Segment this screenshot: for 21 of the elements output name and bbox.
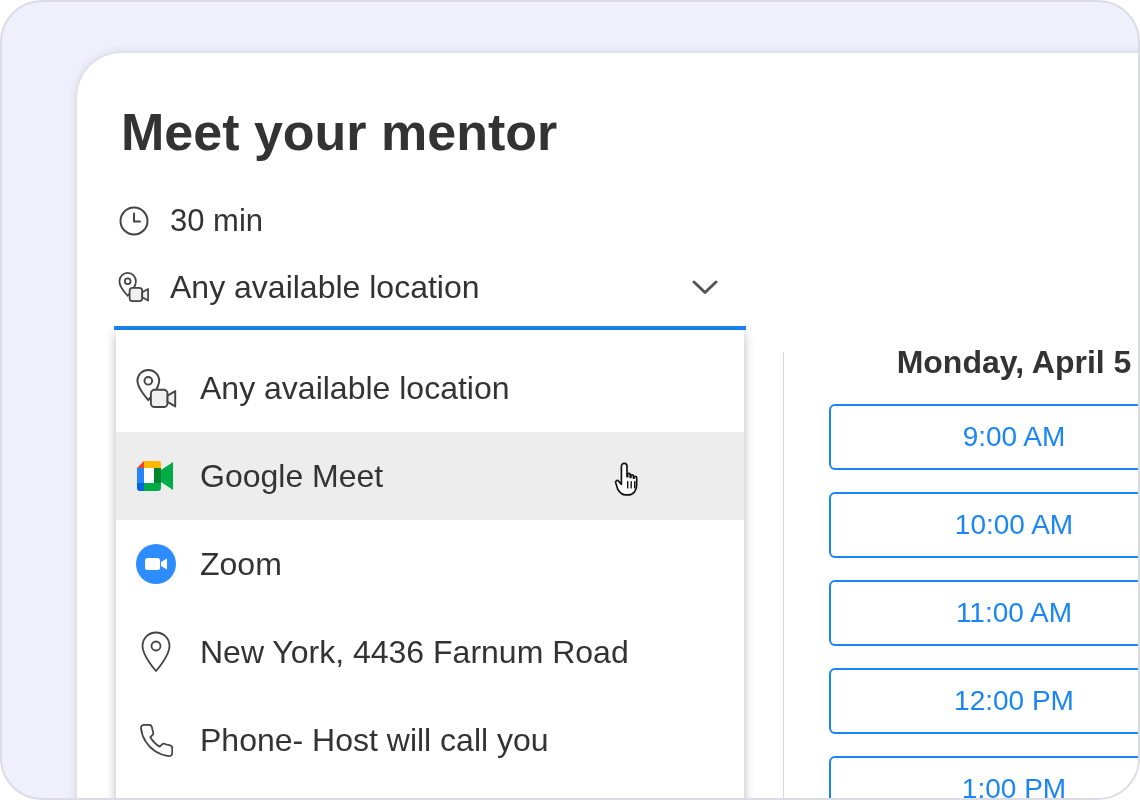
pin-camera-icon xyxy=(117,271,150,303)
chevron-down-icon xyxy=(692,279,718,295)
menu-item[interactable]: Phone- Host will call you xyxy=(116,696,744,784)
duration-text: 30 min xyxy=(170,202,264,240)
video-camera-icon xyxy=(137,460,175,492)
round-camera-icon xyxy=(136,544,176,584)
menu-item[interactable]: Google Meet xyxy=(116,432,744,520)
time-slot-button[interactable]: 9:00 AM xyxy=(829,404,1138,470)
date-heading: Monday, April 5 xyxy=(895,346,1133,378)
time-slot-button[interactable]: 1:00 PM xyxy=(829,756,1138,798)
phone-icon xyxy=(139,723,173,757)
map-pin-icon xyxy=(141,631,171,673)
time-slot-button[interactable]: 10:00 AM xyxy=(829,492,1138,558)
menu-item[interactable]: Zoom xyxy=(116,520,744,608)
page-title: Meet your mentor xyxy=(120,102,559,163)
pin-camera-icon xyxy=(134,367,178,409)
menu-item[interactable]: Any available location xyxy=(116,344,744,432)
time-slot-button[interactable]: 12:00 PM xyxy=(829,668,1138,734)
menu-item[interactable]: New York, 4436 Farnum Road xyxy=(116,608,744,696)
clock-icon xyxy=(119,206,149,236)
time-slot-button[interactable]: 11:00 AM xyxy=(829,580,1138,646)
